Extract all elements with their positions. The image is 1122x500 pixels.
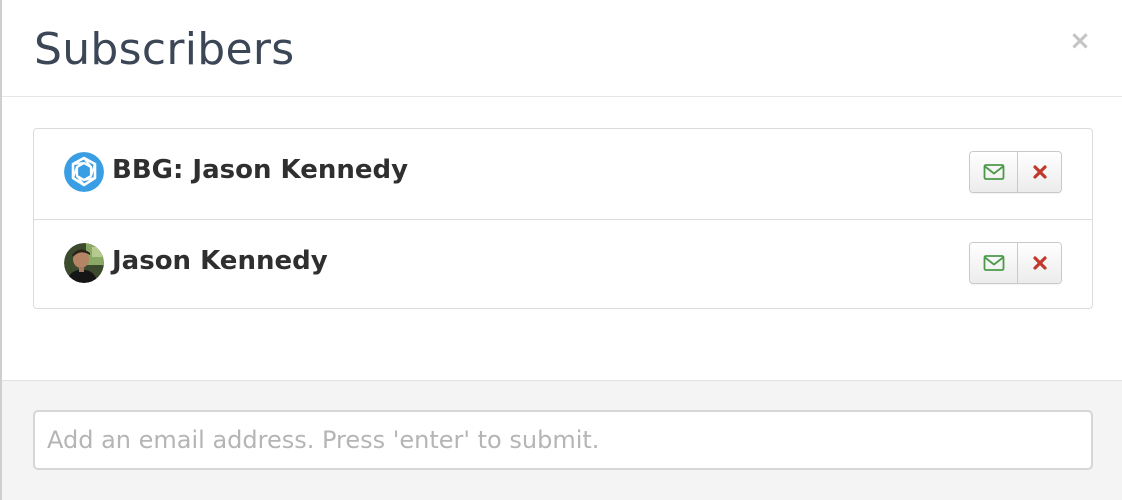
- add-email-input[interactable]: [33, 410, 1093, 470]
- bbg-logo-icon: [64, 152, 104, 192]
- modal-footer: [2, 380, 1122, 500]
- user-avatar: [64, 243, 104, 283]
- subscribers-modal: Subscribers × BBG: Jason Kennedy Jason K…: [0, 0, 1122, 500]
- list-item: BBG: Jason Kennedy: [34, 129, 1092, 219]
- email-button[interactable]: [970, 243, 1017, 283]
- subscriber-list: BBG: Jason Kennedy Jason Kennedy: [33, 128, 1093, 309]
- close-button[interactable]: ×: [1068, 26, 1092, 56]
- list-item: Jason Kennedy: [34, 219, 1092, 309]
- subscriber-actions: [969, 242, 1062, 284]
- subscriber-name: Jason Kennedy: [112, 246, 328, 276]
- remove-icon: [1032, 165, 1047, 179]
- remove-button[interactable]: [1017, 152, 1061, 192]
- subscriber-actions: [969, 151, 1062, 193]
- modal-body: BBG: Jason Kennedy Jason Kennedy: [2, 97, 1122, 381]
- remove-button[interactable]: [1017, 243, 1061, 283]
- remove-icon: [1032, 256, 1047, 270]
- close-icon: ×: [1069, 26, 1091, 56]
- email-button[interactable]: [970, 152, 1017, 192]
- envelope-icon: [983, 255, 1004, 271]
- modal-title: Subscribers: [34, 24, 295, 75]
- modal-header: Subscribers ×: [2, 0, 1122, 97]
- envelope-icon: [983, 164, 1004, 180]
- subscriber-name: BBG: Jason Kennedy: [112, 155, 409, 185]
